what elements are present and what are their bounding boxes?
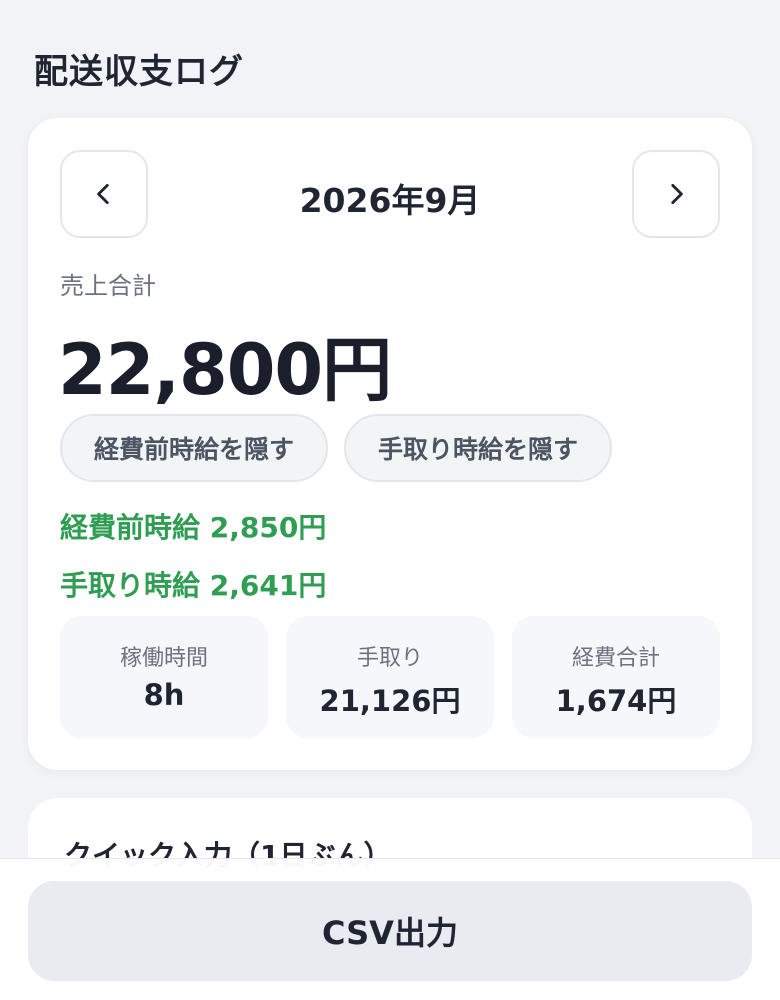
- hide-net-hourly-rate-button[interactable]: 手取り時給を隠す: [344, 414, 612, 482]
- stat-working-hours: 稼働時間 8h: [60, 616, 268, 738]
- stat-label: 経費合計: [571, 646, 660, 671]
- stat-expenses-total: 経費合計 1,674円: [512, 616, 720, 738]
- hide-gross-hourly-rate-button[interactable]: 経費前時給を隠す: [60, 414, 328, 482]
- bottom-action-bar: CSV出力: [0, 858, 780, 1000]
- monthly-summary-card: 2026年9月 売上合計 22,800円 経費前時給を隠す 手取り時給を隠す 経…: [28, 118, 752, 770]
- gross-hourly-rate: 経費前時給 2,850円: [60, 511, 327, 544]
- sales-total-label: 売上合計: [60, 272, 156, 300]
- page-title: 配送収支ログ: [34, 52, 244, 92]
- chevron-right-icon: [671, 183, 683, 205]
- net-hourly-rate: 手取り時給 2,641円: [60, 569, 327, 602]
- stat-value: 21,126円: [319, 684, 461, 718]
- csv-export-button[interactable]: CSV出力: [28, 881, 752, 981]
- sales-total-amount: 22,800円: [58, 329, 392, 411]
- stat-value: 1,674円: [555, 684, 677, 718]
- next-month-button[interactable]: [632, 150, 720, 238]
- stat-label: 稼働時間: [119, 646, 208, 671]
- stat-label: 手取り: [356, 646, 423, 671]
- stat-value: 8h: [143, 678, 185, 712]
- stat-net-income: 手取り 21,126円: [286, 616, 494, 738]
